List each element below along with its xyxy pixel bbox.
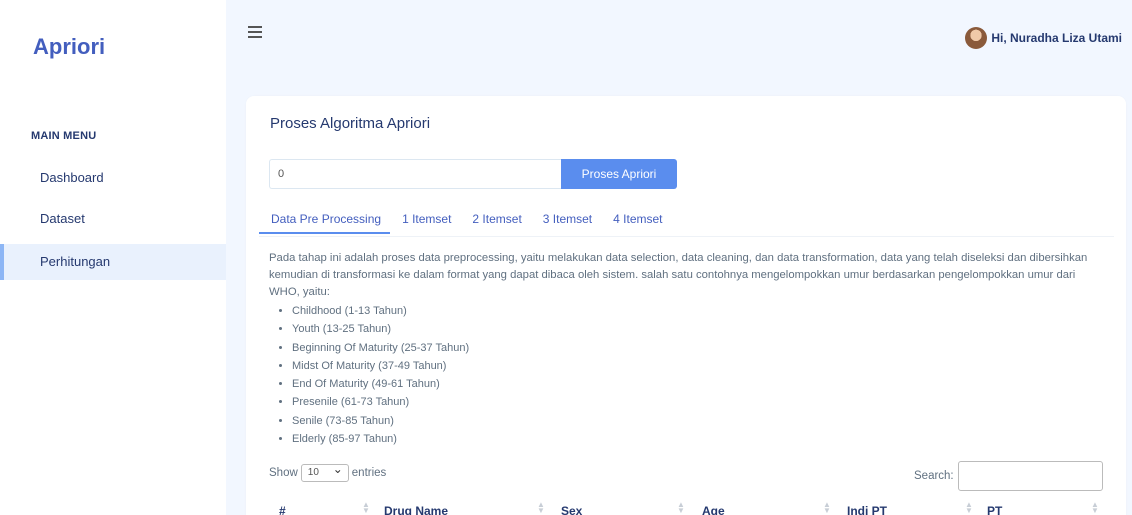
- apriori-card: Proses Algoritma Apriori Proses Apriori …: [246, 96, 1126, 515]
- column-header-indi-pt[interactable]: Indi PT: [847, 504, 887, 515]
- sort-icon[interactable]: ▲ ▼: [537, 501, 545, 515]
- tab-1-itemset[interactable]: 1 Itemset: [390, 212, 460, 234]
- menu-title: MAIN MENU: [31, 130, 97, 142]
- sidebar-item-dataset[interactable]: Dataset: [0, 201, 226, 237]
- apriori-form: Proses Apriori: [269, 159, 677, 189]
- tabs: Data Pre Processing 1 Itemset 2 Itemset …: [259, 212, 672, 234]
- sort-icon[interactable]: ▲ ▼: [823, 501, 831, 515]
- list-item: Childhood (1-13 Tahun): [292, 302, 469, 320]
- entries-label: entries: [351, 467, 387, 479]
- sort-icon[interactable]: ▲ ▼: [677, 501, 685, 515]
- list-item: Youth (13-25 Tahun): [292, 320, 469, 338]
- list-item: Senile (73-85 Tahun): [292, 412, 469, 430]
- tab-3-itemset[interactable]: 3 Itemset: [531, 212, 601, 234]
- preprocessing-description: Pada tahap ini adalah proses data prepro…: [269, 252, 1088, 298]
- search-label: Search:: [914, 470, 954, 482]
- list-item: Beginning Of Maturity (25-37 Tahun): [292, 339, 469, 357]
- sort-icon[interactable]: ▲ ▼: [362, 501, 370, 515]
- sort-icon[interactable]: ▲ ▼: [965, 501, 973, 515]
- tab-data-pre-processing[interactable]: Data Pre Processing: [259, 212, 391, 234]
- brand-logo[interactable]: Apriori: [33, 34, 105, 60]
- sort-icon[interactable]: ▲ ▼: [1091, 501, 1099, 515]
- show-label: Show: [269, 467, 298, 479]
- hamburger-icon[interactable]: [248, 26, 262, 38]
- tab-2-itemset[interactable]: 2 Itemset: [460, 212, 530, 234]
- age-group-list: Childhood (1-13 Tahun) Youth (13-25 Tahu…: [292, 302, 469, 448]
- show-entries: Show 10 entries: [269, 461, 387, 482]
- user-menu[interactable]: Hi, Nuradha Liza Utami: [965, 27, 1122, 49]
- column-header-age[interactable]: Age: [702, 504, 725, 515]
- list-item: Midst Of Maturity (37-49 Tahun): [292, 357, 469, 375]
- sidebar-item-dashboard[interactable]: Dashboard: [0, 160, 226, 196]
- min-support-input[interactable]: [269, 159, 561, 189]
- avatar[interactable]: [965, 27, 988, 49]
- card-title: Proses Algoritma Apriori: [270, 115, 431, 132]
- proses-apriori-button[interactable]: Proses Apriori: [561, 159, 677, 189]
- table-header: # ▲ ▼ Drug Name ▲ ▼ Sex ▲ ▼ Age ▲ ▼ Indi PT …: [269, 499, 1109, 515]
- sidebar-item-perhitungan[interactable]: Perhitungan: [0, 244, 226, 280]
- column-header-drug-name[interactable]: Drug Name: [384, 504, 448, 515]
- list-item: Presenile (61-73 Tahun): [292, 393, 469, 411]
- column-header-sex[interactable]: Sex: [561, 504, 582, 515]
- topbar: Hi, Nuradha Liza Utami: [226, 0, 1132, 86]
- column-header-pt[interactable]: PT: [987, 504, 1002, 515]
- list-item: End Of Maturity (49-61 Tahun): [292, 375, 469, 393]
- user-greeting[interactable]: Hi, Nuradha Liza Utami: [991, 31, 1122, 45]
- tab-4-itemset[interactable]: 4 Itemset: [601, 212, 671, 234]
- table-search-input[interactable]: [958, 461, 1103, 491]
- column-header-number[interactable]: #: [279, 504, 286, 515]
- tab-divider: [259, 236, 1114, 237]
- entries-select[interactable]: 10: [300, 461, 349, 482]
- sidebar: Apriori MAIN MENU Dashboard Dataset Perh…: [0, 0, 226, 515]
- list-item: Elderly (85-97 Tahun): [292, 430, 469, 448]
